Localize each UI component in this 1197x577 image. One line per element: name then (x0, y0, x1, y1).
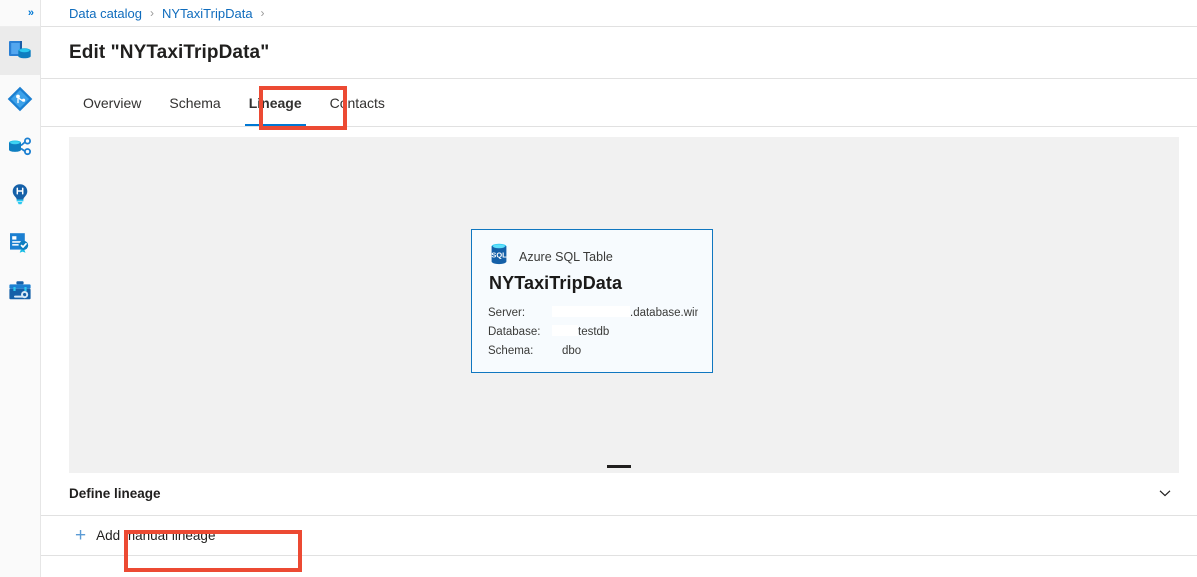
define-lineage-body: + Add manual lineage (41, 515, 1197, 556)
add-manual-lineage-label: Add manual lineage (96, 528, 215, 543)
chevron-down-icon[interactable] (1157, 485, 1173, 501)
page-title: Edit "NYTaxiTripData" (69, 42, 269, 64)
panel-splitter[interactable] (41, 461, 1197, 471)
rail-expand-row: » (0, 0, 40, 27)
certificate-icon (7, 230, 33, 256)
sidebar-item-data-map[interactable] (0, 123, 40, 171)
resize-handle[interactable] (607, 465, 631, 468)
add-manual-lineage-button[interactable]: + Add manual lineage (73, 522, 221, 549)
sidebar-item-data-catalog[interactable] (0, 27, 40, 75)
azure-diamond-icon (7, 86, 33, 112)
node-property-schema: Schema: dbo (488, 341, 698, 360)
add-manual-lineage-row: + Add manual lineage (41, 516, 1197, 556)
define-lineage-panel: Define lineage + Add manual lineage (41, 471, 1197, 556)
redacted-value (552, 306, 630, 317)
panel-title: Define lineage (69, 486, 161, 501)
node-header: SQL Azure SQL Table (488, 242, 698, 271)
breadcrumb: Data catalog › NYTaxiTripData › (41, 0, 1197, 27)
azure-sql-database-icon: SQL (488, 242, 510, 271)
node-property-key: Schema: (488, 345, 552, 357)
node-property-value: testdb (552, 325, 609, 338)
tab-contacts[interactable]: Contacts (316, 79, 399, 126)
node-property-value-text: dbo (562, 345, 581, 357)
lineage-node-card[interactable]: SQL Azure SQL Table NYTaxiTripData Serve… (471, 229, 713, 373)
node-property-key: Database: (488, 326, 552, 338)
sidebar-item-management[interactable] (0, 267, 40, 315)
lineage-canvas-wrapper: SQL Azure SQL Table NYTaxiTripData Serve… (41, 127, 1197, 471)
node-type-label: Azure SQL Table (519, 250, 613, 264)
tab-schema[interactable]: Schema (155, 79, 234, 126)
node-property-value: dbo (552, 345, 581, 357)
chevron-double-right-icon[interactable]: » (28, 8, 33, 19)
node-name: NYTaxiTripData (489, 273, 698, 294)
tab-bar: Overview Schema Lineage Contacts (41, 79, 1197, 127)
breadcrumb-separator-trailing: › (261, 6, 265, 20)
database-network-icon (7, 134, 33, 160)
sidebar-item-data-insights-diamond[interactable] (0, 75, 40, 123)
define-lineage-header[interactable]: Define lineage (41, 471, 1197, 515)
node-property-value-text: testdb (578, 326, 609, 338)
node-property-value: .database.windows.n (552, 306, 698, 319)
redacted-value (552, 325, 578, 336)
lineage-canvas[interactable]: SQL Azure SQL Table NYTaxiTripData Serve… (69, 137, 1179, 473)
node-property-value-text: .database.windows.n (630, 307, 698, 319)
main-content: Data catalog › NYTaxiTripData › Edit "NY… (41, 0, 1197, 577)
title-bar: Edit "NYTaxiTripData" (41, 27, 1197, 79)
lightbulb-icon (7, 182, 33, 208)
breadcrumb-item-data-catalog[interactable]: Data catalog (69, 6, 142, 21)
svg-text:SQL: SQL (491, 250, 507, 259)
plus-icon: + (75, 526, 86, 545)
tab-lineage[interactable]: Lineage (235, 79, 316, 126)
left-nav-rail: » (0, 0, 41, 577)
breadcrumb-separator: › (150, 6, 154, 20)
sidebar-item-insights[interactable] (0, 171, 40, 219)
toolbox-icon (7, 278, 33, 304)
sidebar-item-glossary[interactable] (0, 219, 40, 267)
tab-overview[interactable]: Overview (69, 79, 155, 126)
node-property-key: Server: (488, 307, 552, 319)
node-property-server: Server: .database.windows.n (488, 303, 698, 322)
book-database-icon (7, 38, 33, 64)
node-property-database: Database: testdb (488, 322, 698, 341)
breadcrumb-item-nytaxitripdata[interactable]: NYTaxiTripData (162, 6, 253, 21)
app-root: » (0, 0, 1197, 577)
